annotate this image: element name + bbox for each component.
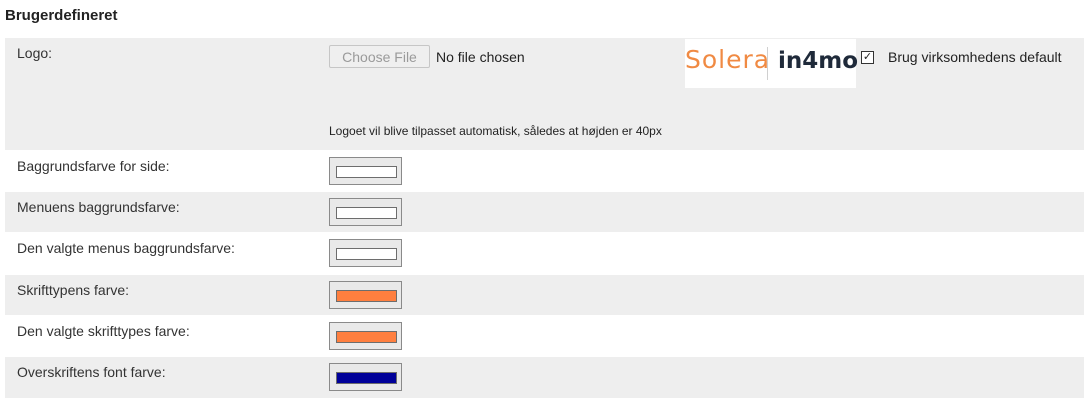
heading-font-color-picker[interactable] (329, 363, 402, 391)
menu-background-label: Menuens baggrundsfarve: (17, 199, 180, 215)
color-row-font-color: Skrifttypens farve: (5, 275, 1084, 315)
selected-font-color-picker[interactable] (329, 322, 402, 350)
logo-label: Logo: (17, 45, 53, 61)
color-row-selected-menu-background: Den valgte menus baggrundsfarve: (5, 233, 1084, 274)
page-background-color-swatch (336, 166, 397, 178)
choose-file-button[interactable]: Choose File (329, 45, 430, 68)
section-title: Brugerdefineret (5, 7, 118, 24)
color-row-page-background: Baggrundsfarve for side: (5, 151, 1084, 191)
selected-font-color-label: Den valgte skrifttypes farve: (17, 323, 190, 339)
selected-menu-background-color-picker[interactable] (329, 239, 402, 267)
logo-size-hint: Logoet vil blive tilpasset automatisk, s… (329, 124, 662, 138)
menu-background-color-swatch (336, 207, 397, 219)
menu-background-color-picker[interactable] (329, 198, 402, 226)
page-background-label: Baggrundsfarve for side: (17, 158, 170, 174)
no-file-chosen-text: No file chosen (436, 49, 525, 65)
font-color-picker[interactable] (329, 281, 402, 309)
selected-menu-background-label: Den valgte menus baggrundsfarve: (17, 240, 235, 256)
color-row-selected-font-color: Den valgte skrifttypes farve: (5, 316, 1084, 356)
color-row-heading-font-color: Overskriftens font farve: (5, 357, 1084, 398)
selected-menu-background-color-swatch (336, 248, 397, 260)
selected-font-color-swatch (336, 331, 397, 343)
font-color-label: Skrifttypens farve: (17, 282, 130, 298)
use-company-default-checkbox[interactable]: ✓ (861, 51, 874, 64)
logo-row: Logo: Choose File No file chosen Solera … (5, 38, 1084, 150)
logo-in4mo-text: in4mo (778, 48, 859, 74)
logo-solera-text: Solera (685, 45, 771, 74)
heading-font-color-label: Overskriftens font farve: (17, 364, 166, 380)
page-background-color-picker[interactable] (329, 157, 402, 185)
color-row-menu-background: Menuens baggrundsfarve: (5, 192, 1084, 232)
company-logo: Solera in4mo (685, 39, 859, 88)
font-color-swatch (336, 290, 397, 302)
heading-font-color-swatch (336, 372, 397, 384)
use-company-default-label: Brug virksomhedens default (888, 49, 1062, 65)
logo-divider (767, 47, 768, 80)
